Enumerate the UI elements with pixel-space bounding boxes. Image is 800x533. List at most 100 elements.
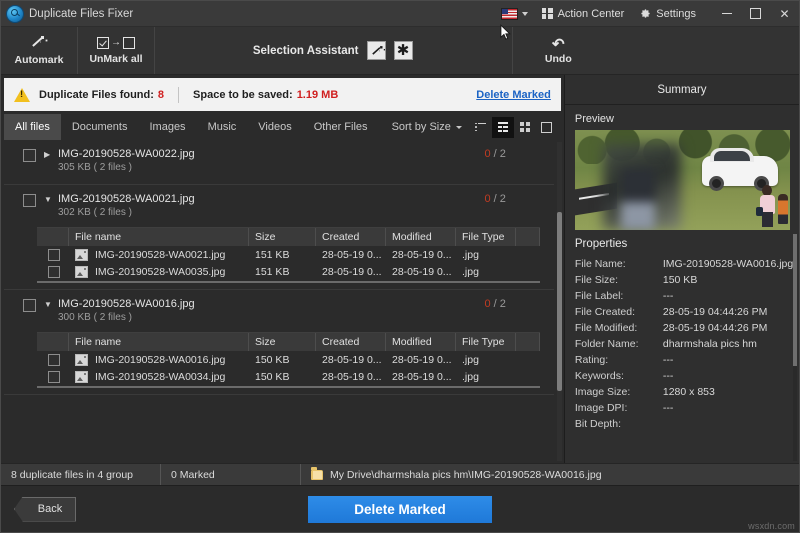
- table-row[interactable]: IMG-20190528-WA0034.jpg 150 KB 28-05-19 …: [37, 368, 540, 385]
- duplicate-group: ▼ IMG-20190528-WA0016.jpg 300 KB ( 2 fil…: [4, 290, 554, 395]
- property-key: File Label:: [575, 289, 663, 303]
- row-file-name-cell: IMG-20190528-WA0035.jpg: [69, 266, 249, 278]
- row-created: 28-05-19 0...: [316, 354, 386, 366]
- preview-section: Preview: [565, 105, 799, 230]
- property-key: Folder Name:: [575, 337, 663, 351]
- view-mode-switch: [470, 114, 564, 140]
- scrollbar-thumb[interactable]: [793, 234, 797, 366]
- column-header-file-type[interactable]: File Type: [456, 228, 516, 246]
- selection-assistant-asterisk-button[interactable]: ✱: [394, 41, 413, 60]
- column-header-size[interactable]: Size: [249, 333, 316, 351]
- view-mode-grid[interactable]: [514, 117, 536, 138]
- property-key: File Size:: [575, 273, 663, 287]
- undo-button[interactable]: ↶ Undo: [513, 27, 603, 74]
- group-header[interactable]: ▼ IMG-20190528-WA0021.jpg 302 KB ( 2 fil…: [4, 185, 554, 227]
- file-list-scrollbar[interactable]: [557, 142, 562, 461]
- group-checkbox[interactable]: [23, 194, 36, 207]
- property-row: Rating: ---: [575, 353, 795, 367]
- duplicate-file-list[interactable]: ▶ IMG-20190528-WA0022.jpg 305 KB ( 2 fil…: [4, 140, 564, 463]
- column-header-created[interactable]: Created: [316, 333, 386, 351]
- view-mode-detail[interactable]: [492, 117, 514, 138]
- duplicate-group: ▼ IMG-20190528-WA0021.jpg 302 KB ( 2 fil…: [4, 185, 554, 290]
- preview-person-far-right: [778, 194, 788, 224]
- preview-car: [702, 156, 778, 186]
- column-header-checkbox: [37, 333, 69, 351]
- footer-bar: Back Delete Marked wsxdn.com: [1, 485, 799, 532]
- close-icon: ✕: [779, 7, 789, 21]
- undo-label: Undo: [545, 53, 572, 65]
- group-meta: 302 KB ( 2 files ): [58, 207, 132, 218]
- tab-videos[interactable]: Videos: [247, 114, 302, 140]
- row-created: 28-05-19 0...: [316, 266, 386, 278]
- group-checkbox[interactable]: [23, 149, 36, 162]
- sort-dropdown[interactable]: Sort by Size: [392, 114, 470, 140]
- back-button[interactable]: Back: [14, 497, 76, 522]
- group-header[interactable]: ▶ IMG-20190528-WA0022.jpg 305 KB ( 2 fil…: [4, 140, 554, 182]
- property-key: Rating:: [575, 353, 663, 367]
- list-icon: [475, 123, 486, 132]
- row-size: 150 KB: [249, 371, 316, 383]
- property-key: Bit Depth:: [575, 417, 663, 431]
- maximize-button[interactable]: [741, 1, 770, 26]
- property-key: File Created:: [575, 305, 663, 319]
- properties-section: Properties File Name: IMG-20190528-WA001…: [565, 230, 799, 463]
- view-mode-list[interactable]: [470, 117, 492, 138]
- row-file-name: IMG-20190528-WA0021.jpg: [95, 249, 225, 261]
- table-row[interactable]: IMG-20190528-WA0016.jpg 150 KB 28-05-19 …: [37, 351, 540, 368]
- titlebar-right-controls: Action Center Settings ✕: [501, 1, 799, 26]
- toolbar-spacer: [603, 27, 799, 74]
- expand-icon: [541, 122, 552, 133]
- close-button[interactable]: ✕: [770, 1, 799, 26]
- property-key: Image Size:: [575, 385, 663, 399]
- tab-images[interactable]: Images: [138, 114, 196, 140]
- settings-button[interactable]: Settings: [640, 8, 696, 20]
- row-file-type: .jpg: [456, 371, 516, 383]
- file-list-scroll-content: ▶ IMG-20190528-WA0022.jpg 305 KB ( 2 fil…: [4, 140, 554, 463]
- column-header-file-name[interactable]: File name: [69, 228, 249, 246]
- unmark-all-button[interactable]: → UnMark all: [78, 27, 155, 74]
- column-header-file-name[interactable]: File name: [69, 333, 249, 351]
- view-mode-expand[interactable]: [536, 117, 558, 138]
- chevron-down-icon[interactable]: ▼: [44, 193, 56, 206]
- chevron-down-icon: [456, 126, 462, 129]
- info-divider: [178, 87, 179, 103]
- column-header-created[interactable]: Created: [316, 228, 386, 246]
- filter-tabs: All files Documents Images Music Videos …: [1, 114, 564, 140]
- selection-assistant-wand-button[interactable]: [367, 41, 386, 60]
- delete-marked-button[interactable]: Delete Marked: [308, 496, 492, 523]
- column-header-file-type[interactable]: File Type: [456, 333, 516, 351]
- right-pane: Summary Preview: [565, 75, 799, 463]
- automark-button[interactable]: Automark: [1, 27, 78, 74]
- row-checkbox[interactable]: [48, 249, 60, 261]
- group-marked-count: 0 / 2: [484, 148, 553, 161]
- row-checkbox[interactable]: [48, 354, 60, 366]
- row-checkbox[interactable]: [48, 266, 60, 278]
- group-checkbox[interactable]: [23, 299, 36, 312]
- tab-other-files[interactable]: Other Files: [303, 114, 379, 140]
- unmark-all-label: UnMark all: [89, 53, 142, 65]
- row-checkbox-cell: [37, 371, 69, 383]
- column-header-size[interactable]: Size: [249, 228, 316, 246]
- column-header-modified[interactable]: Modified: [386, 228, 456, 246]
- property-row: File Name: IMG-20190528-WA0016.jpg: [575, 257, 795, 271]
- tab-music[interactable]: Music: [197, 114, 248, 140]
- minimize-button[interactable]: [712, 1, 741, 26]
- language-selector[interactable]: [501, 8, 528, 20]
- properties-scrollbar[interactable]: [793, 234, 797, 461]
- scrollbar-thumb[interactable]: [557, 212, 562, 391]
- row-checkbox[interactable]: [48, 371, 60, 383]
- chevron-down-icon[interactable]: ▼: [44, 298, 56, 311]
- property-value: ---: [663, 289, 795, 303]
- property-key: Keywords:: [575, 369, 663, 383]
- action-center-button[interactable]: Action Center: [542, 8, 625, 20]
- table-row[interactable]: IMG-20190528-WA0021.jpg 151 KB 28-05-19 …: [37, 246, 540, 263]
- delete-marked-link[interactable]: Delete Marked: [476, 89, 551, 101]
- chevron-right-icon[interactable]: ▶: [44, 148, 56, 161]
- row-file-name: IMG-20190528-WA0016.jpg: [95, 354, 225, 366]
- group-header[interactable]: ▼ IMG-20190528-WA0016.jpg 300 KB ( 2 fil…: [4, 290, 554, 332]
- tab-documents[interactable]: Documents: [61, 114, 139, 140]
- column-header-modified[interactable]: Modified: [386, 333, 456, 351]
- tab-all-files[interactable]: All files: [4, 114, 61, 140]
- preview-image[interactable]: [575, 130, 790, 230]
- table-row[interactable]: IMG-20190528-WA0035.jpg 151 KB 28-05-19 …: [37, 263, 540, 280]
